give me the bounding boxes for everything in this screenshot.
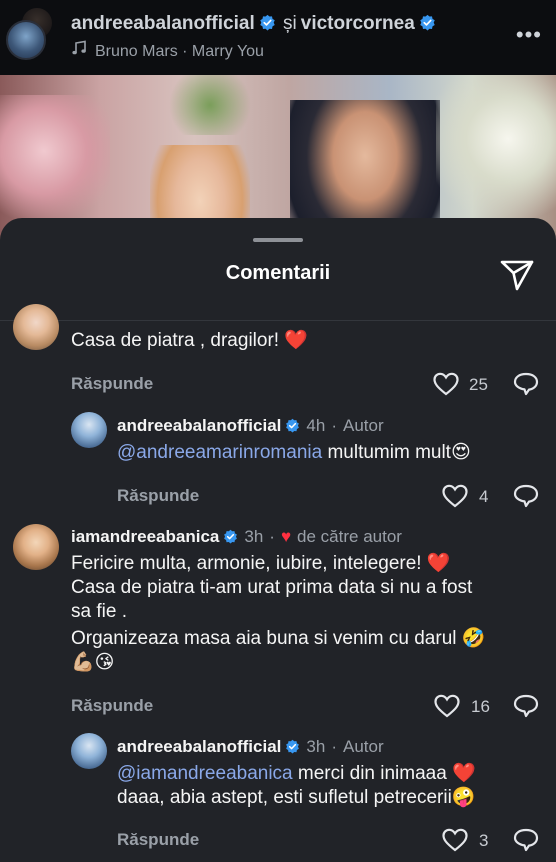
more-options-icon[interactable]: •••: [516, 22, 542, 48]
comment-time: 3h: [306, 737, 326, 756]
author-liked-heart-icon: ♥: [280, 527, 292, 546]
comment-text: @iamandreeabanica merci din inimaaa ❤️: [117, 762, 476, 786]
avatar[interactable]: [71, 733, 107, 769]
username[interactable]: andreeabalanofficial: [117, 416, 281, 435]
mention-link[interactable]: @iamandreeabanica: [117, 763, 293, 784]
sheet-grabber[interactable]: [253, 238, 303, 242]
dislike-icon[interactable]: [513, 372, 539, 396]
author-username[interactable]: andreeabalanofficial: [71, 13, 255, 34]
comment-header: andreeabalanofficial 4h · Autor: [117, 416, 384, 436]
heart-icon[interactable]: [433, 372, 459, 396]
reply-button[interactable]: Răspunde: [71, 696, 153, 716]
liked-by-author: de către autor: [297, 527, 402, 546]
audio-label: Bruno Mars · Marry You: [95, 43, 264, 60]
avatar[interactable]: [71, 412, 107, 448]
comment-time: 4h: [306, 416, 326, 435]
music-note-icon: [72, 40, 86, 55]
video-greenery: [160, 75, 260, 135]
comment-text-line: 💪🏼😘: [71, 652, 115, 673]
comment-header: andreeabalanofficial 3h · Autor: [117, 737, 384, 757]
separator-dot: ·: [331, 416, 337, 435]
like-count: 25: [469, 375, 488, 394]
comment-header: iamandreeabanica 3h · ♥ de către autor: [71, 527, 402, 547]
comments-sheet: Comentarii Casa de piatra , dragilor! ❤️…: [0, 218, 556, 862]
comment-text-line: sa fie .: [71, 601, 127, 622]
authors-conjunction: și: [283, 13, 297, 34]
verified-badge-icon: [260, 14, 275, 31]
comment-body: multumim mult😍: [322, 442, 471, 463]
verified-badge-icon: [224, 529, 238, 544]
comment-body: merci din inimaaa ❤️: [292, 763, 476, 784]
separator-dot: ·: [269, 527, 275, 546]
like-count: 3: [479, 831, 489, 850]
reel-audio[interactable]: Bruno Mars · Marry You: [71, 40, 264, 61]
author-badge: Autor: [342, 416, 384, 435]
reply-button[interactable]: Răspunde: [117, 830, 199, 850]
comment-text: @andreeamarinromania multumim mult😍: [117, 441, 471, 465]
reel-header: andreeabalanofficial și victorcornea Brun…: [0, 0, 556, 75]
reel-authors: andreeabalanofficial și victorcornea: [71, 13, 436, 35]
header-divider: [0, 320, 556, 321]
comment-time: 3h: [244, 527, 264, 546]
dislike-icon[interactable]: [513, 694, 539, 718]
heart-icon[interactable]: [442, 484, 468, 508]
dislike-icon[interactable]: [513, 484, 539, 508]
dislike-icon[interactable]: [513, 828, 539, 852]
verified-badge-icon: [420, 14, 435, 31]
video-flowers-left: [0, 95, 110, 235]
heart-icon[interactable]: [434, 694, 460, 718]
coauthor-username[interactable]: victorcornea: [301, 13, 415, 34]
reply-button[interactable]: Răspunde: [117, 486, 199, 506]
share-icon[interactable]: [498, 256, 536, 294]
verified-badge-icon: [286, 739, 300, 754]
sheet-title: Comentarii: [225, 262, 331, 284]
comment-text-line: Casa de piatra ti-am urat prima data si …: [71, 577, 473, 598]
separator-dot: ·: [331, 737, 337, 756]
author-avatar[interactable]: [6, 20, 46, 60]
reply-button[interactable]: Răspunde: [71, 374, 153, 394]
comment-text: Casa de piatra , dragilor! ❤️: [71, 330, 308, 351]
heart-icon[interactable]: [442, 828, 468, 852]
video-flowers-right: [436, 75, 556, 235]
mention-link[interactable]: @andreeamarinromania: [117, 442, 322, 463]
comment-text-line: daaa, abia astept, esti sufletul petrece…: [117, 787, 476, 808]
author-badge: Autor: [342, 737, 384, 756]
username[interactable]: iamandreeabanica: [71, 527, 219, 546]
comment-text-line: Fericire multa, armonie, iubire, inteleg…: [71, 553, 451, 574]
like-count: 16: [471, 697, 490, 716]
verified-badge-icon: [286, 418, 300, 433]
avatar[interactable]: [13, 304, 59, 350]
like-count: 4: [479, 487, 489, 506]
username[interactable]: andreeabalanofficial: [117, 737, 281, 756]
comment-text-line: Organizeaza masa aia buna si venim cu da…: [71, 628, 486, 649]
avatar[interactable]: [13, 524, 59, 570]
